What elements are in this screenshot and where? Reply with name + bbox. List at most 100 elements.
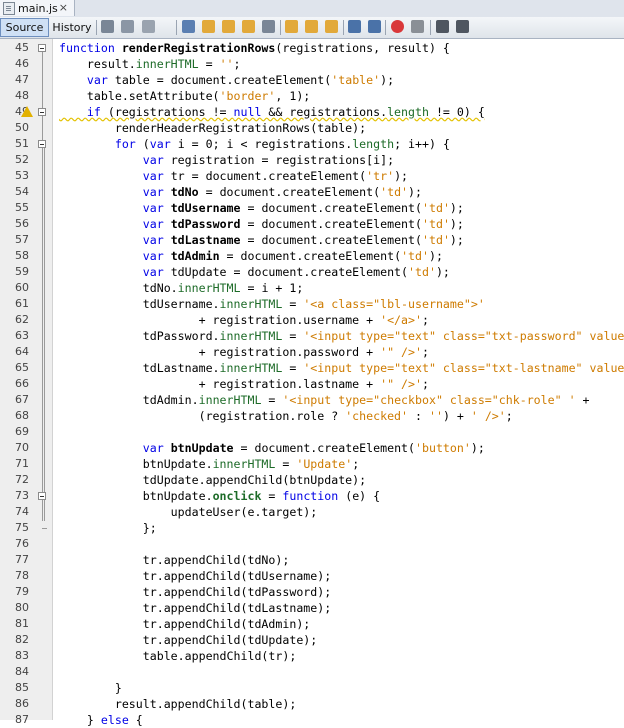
code-line[interactable]: 84 xyxy=(0,664,624,680)
search-icon[interactable] xyxy=(182,20,195,33)
fold-toggle-icon[interactable] xyxy=(38,492,46,500)
code-line[interactable]: 85 } xyxy=(0,680,624,696)
code-line[interactable]: 52 var registration = registrations[i]; xyxy=(0,152,624,168)
code-line[interactable]: 74 updateUser(e.target); xyxy=(0,504,624,520)
code-line[interactable]: 53 var tr = document.createElement('tr')… xyxy=(0,168,624,184)
code-line[interactable]: 56 var tdPassword = document.createEleme… xyxy=(0,216,624,232)
close-icon[interactable]: × xyxy=(59,1,68,14)
code-line[interactable]: 48 table.setAttribute('border', 1); xyxy=(0,88,624,104)
forward-dropdown-icon[interactable] xyxy=(142,20,155,33)
line-number: 76 xyxy=(15,537,29,550)
line-number: 48 xyxy=(15,89,29,102)
code-line[interactable]: 79 tr.appendChild(tdPassword); xyxy=(0,584,624,600)
comment-icon[interactable] xyxy=(436,20,449,33)
code-line[interactable]: 80 tr.appendChild(tdLastname); xyxy=(0,600,624,616)
record-macro-icon[interactable] xyxy=(391,20,404,33)
code-line[interactable]: 49 if (registrations != null && registra… xyxy=(0,104,624,120)
uncomment-icon[interactable] xyxy=(456,20,469,33)
code-line[interactable]: 65 tdLastname.innerHTML = '<input type="… xyxy=(0,360,624,376)
code-line[interactable]: 68 (registration.role ? 'checked' : '') … xyxy=(0,408,624,424)
code-line[interactable]: 57 var tdLastname = document.createEleme… xyxy=(0,232,624,248)
forward-icon[interactable] xyxy=(121,20,134,33)
code-line[interactable]: 71 btnUpdate.innerHTML = 'Update'; xyxy=(0,456,624,472)
line-number: 86 xyxy=(15,697,29,710)
shift-left-icon[interactable] xyxy=(348,20,361,33)
code-text: var table = document.createElement('tabl… xyxy=(86,73,395,87)
code-text: var tdUsername = document.createElement(… xyxy=(142,201,464,215)
code-text: tr.appendChild(tdLastname); xyxy=(59,601,332,615)
code-line[interactable]: 61 tdUsername.innerHTML = '<a class="lbl… xyxy=(0,296,624,312)
editor-tab-bar: main.js × xyxy=(0,0,624,18)
code-line[interactable]: 62 + registration.username + '</a>'; xyxy=(0,312,624,328)
next-bookmark-icon[interactable] xyxy=(305,20,318,33)
toggle-highlight-icon[interactable] xyxy=(262,20,275,33)
code-line[interactable]: 70 var btnUpdate = document.createElemen… xyxy=(0,440,624,456)
history-tab[interactable]: History xyxy=(51,19,93,35)
line-number: 62 xyxy=(15,313,29,326)
code-line[interactable]: 78 tr.appendChild(tdUsername); xyxy=(0,568,624,584)
code-line[interactable]: 86 result.appendChild(table); xyxy=(0,696,624,712)
line-number: 87 xyxy=(15,713,29,726)
code-line[interactable]: 75 }; xyxy=(0,520,624,536)
toolbar-separator xyxy=(280,20,281,35)
find-selection-icon[interactable] xyxy=(242,20,255,33)
shift-right-icon[interactable] xyxy=(368,20,381,33)
code-line[interactable]: 73 btnUpdate.onclick = function (e) { xyxy=(0,488,624,504)
line-number: 58 xyxy=(15,249,29,262)
code-line[interactable]: 58 var tdAdmin = document.createElement(… xyxy=(0,248,624,264)
code-text: + registration.username + '</a>'; xyxy=(59,313,429,327)
code-line[interactable]: 67 tdAdmin.innerHTML = '<input type="che… xyxy=(0,392,624,408)
code-text: } else { xyxy=(59,713,143,727)
prev-bookmark-icon[interactable] xyxy=(285,20,298,33)
code-line[interactable]: 60 tdNo.innerHTML = i + 1; xyxy=(0,280,624,296)
toggle-bookmark-icon[interactable] xyxy=(325,20,338,33)
code-line[interactable]: 46 result.innerHTML = ''; xyxy=(0,56,624,72)
find-next-icon[interactable] xyxy=(222,20,235,33)
code-text: function renderRegistrationRows(registra… xyxy=(59,41,450,55)
code-line[interactable]: 66 + registration.lastname + '" />'; xyxy=(0,376,624,392)
line-number: 60 xyxy=(15,281,29,294)
code-line[interactable]: 72 tdUpdate.appendChild(btnUpdate); xyxy=(0,472,624,488)
code-line[interactable]: 51 for (var i = 0; i < registrations.len… xyxy=(0,136,624,152)
line-number: 84 xyxy=(15,665,29,678)
code-line[interactable]: 47 var table = document.createElement('t… xyxy=(0,72,624,88)
code-line[interactable]: 81 tr.appendChild(tdAdmin); xyxy=(0,616,624,632)
code-text: tdNo.innerHTML = i + 1; xyxy=(59,281,304,295)
code-text: result.appendChild(table); xyxy=(59,697,297,711)
back-icon[interactable] xyxy=(101,20,114,33)
line-number: 65 xyxy=(15,361,29,374)
file-tab-main-js[interactable]: main.js × xyxy=(0,0,75,16)
code-text: var tdPassword = document.createElement(… xyxy=(142,217,464,231)
code-text: for (var i = 0; i < registrations.length… xyxy=(114,137,450,151)
warning-icon[interactable] xyxy=(21,106,33,117)
line-number: 77 xyxy=(15,553,29,566)
code-text: + registration.password + '" />'; xyxy=(59,345,429,359)
code-line[interactable]: 69 xyxy=(0,424,624,440)
line-number: 54 xyxy=(15,185,29,198)
line-number: 85 xyxy=(15,681,29,694)
code-line[interactable]: 55 var tdUsername = document.createEleme… xyxy=(0,200,624,216)
code-text: tdLastname.innerHTML = '<input type="tex… xyxy=(59,361,624,375)
code-line[interactable]: 83 table.appendChild(tr); xyxy=(0,648,624,664)
code-line[interactable]: 64 + registration.password + '" />'; xyxy=(0,344,624,360)
code-line[interactable]: 54 var tdNo = document.createElement('td… xyxy=(0,184,624,200)
line-number: 55 xyxy=(15,201,29,214)
find-prev-icon[interactable] xyxy=(202,20,215,33)
code-text: } xyxy=(59,681,122,695)
code-line[interactable]: 59 var tdUpdate = document.createElement… xyxy=(0,264,624,280)
code-line[interactable]: 82 tr.appendChild(tdUpdate); xyxy=(0,632,624,648)
code-line[interactable]: 50 renderHeaderRegistrationRows(table); xyxy=(0,120,624,136)
fold-toggle-icon[interactable] xyxy=(38,108,46,116)
fold-toggle-icon[interactable] xyxy=(38,44,46,52)
fold-toggle-icon[interactable] xyxy=(38,140,46,148)
stop-macro-icon[interactable] xyxy=(411,20,424,33)
code-line[interactable]: 77 tr.appendChild(tdNo); xyxy=(0,552,624,568)
code-text: table.setAttribute('border', 1); xyxy=(59,89,311,103)
code-line[interactable]: 63 tdPassword.innerHTML = '<input type="… xyxy=(0,328,624,344)
code-text: var registration = registrations[i]; xyxy=(142,153,395,167)
code-line[interactable]: 87 } else { xyxy=(0,712,624,728)
source-tab[interactable]: Source xyxy=(0,18,49,37)
code-editor[interactable]: 45 function renderRegistrationRows(regist… xyxy=(0,39,624,727)
code-line[interactable]: 76 xyxy=(0,536,624,552)
code-line[interactable]: 45 function renderRegistrationRows(regist… xyxy=(0,40,624,56)
